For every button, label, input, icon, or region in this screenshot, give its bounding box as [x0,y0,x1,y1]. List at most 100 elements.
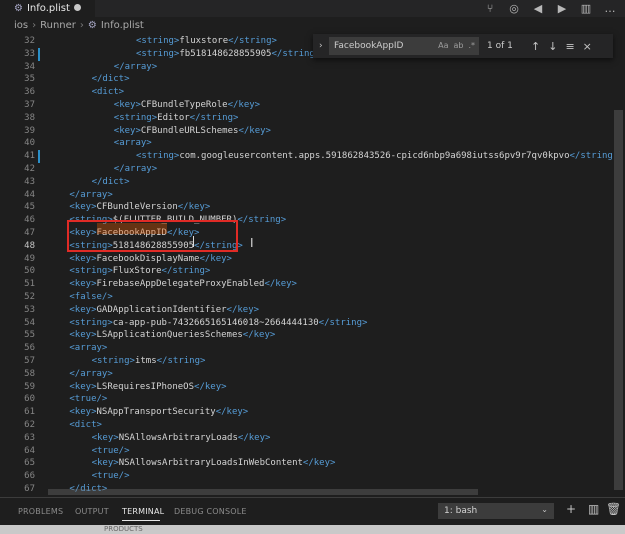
code-line[interactable]: 41 <string>com.googleusercontent.apps.591… [0,150,625,163]
tab-problems[interactable]: PROBLEMS [18,507,63,516]
regex-icon[interactable]: .* [468,41,475,50]
code-line[interactable]: 51 <key>FirebaseAppDelegateProxyEnabled</… [0,278,625,291]
code-line[interactable]: 42 </array> [0,163,625,176]
kill-terminal-trash-icon[interactable]: 🗑 [606,502,621,516]
code-line[interactable]: 56 <array> [0,342,625,355]
navigate-forward-icon[interactable]: ▶ [555,2,569,15]
next-match-arrow-icon[interactable]: ↓ [548,40,557,53]
xml-tag: </array> [113,164,158,174]
xml-tag: </string> [189,112,239,123]
xml-tag: <dict> [91,87,125,98]
line-number: 52 [24,292,35,302]
code-line[interactable]: 35 </dict> [0,73,625,86]
xml-text: fb518148628855905 [179,48,272,59]
terminal-select[interactable]: 1: bash ⌄ [438,503,554,519]
code-line[interactable]: 37 <key>CFBundleTypeRole</key> [0,99,625,112]
horizontal-scrollbar-thumb[interactable] [48,489,478,495]
code-line[interactable]: 39 <key>CFBundleURLSchemes</key> [0,125,625,138]
code-line[interactable]: 45 <key>CFBundleVersion</key> [0,201,625,214]
xml-tag: </string> [161,266,211,277]
tab-output[interactable]: OUTPUT [75,507,109,516]
line-number: 58 [24,368,35,379]
whole-word-icon[interactable]: ab [453,41,463,50]
line-number: 39 [24,125,35,136]
code-line[interactable]: 44 </array> [0,189,625,202]
vertical-scrollbar-thumb[interactable] [614,110,623,490]
code-line[interactable]: 61 <key>NSAppTransportSecurity</key> [0,406,625,419]
code-line[interactable]: 50 <string>FluxStore</string> [0,265,625,278]
code-editor[interactable]: 32 <string>fluxstore</string> 33 <string>fb… [0,34,625,494]
xml-tag: <string> [136,48,180,59]
code-line[interactable]: 40 <array> [0,137,625,150]
close-icon[interactable]: × [583,40,592,53]
breadcrumb-ios[interactable]: ios [14,20,28,31]
navigate-back-icon[interactable]: ◀ [531,2,545,15]
tab-terminal[interactable]: TERMINAL [122,507,164,516]
code-line[interactable]: 62 <dict> [0,419,625,432]
code-line[interactable]: 64 <true/> [0,445,625,458]
source-control-icon[interactable]: ⑂ [483,2,497,15]
code-text: <string>ca-app-pub-7432665165146018~2664… [69,317,367,330]
code-line[interactable]: 34 </array> [0,61,625,74]
xml-text: FirebaseAppDelegateProxyEnabled [96,279,265,290]
unsaved-dot-icon[interactable] [74,4,81,11]
line-number: 45 [24,202,35,213]
xml-tag: </array> [69,368,113,379]
previous-match-arrow-icon[interactable]: ↑ [531,40,540,53]
breadcrumb-runner[interactable]: Runner [40,20,76,31]
code-line[interactable]: 54 <string>ca-app-pub-7432665165146018~26… [0,317,625,330]
code-text: <key>CFBundleVersion</key> [69,201,210,214]
split-terminal-icon[interactable]: ▥ [588,502,599,516]
tab-debug-console[interactable]: DEBUG CONSOLE [174,507,247,516]
code-line[interactable]: 60 <true/> [0,393,625,406]
open-changes-icon[interactable]: ◎ [507,2,521,15]
code-line[interactable]: 57 <string>itms</string> [0,355,625,368]
find-in-selection-icon[interactable]: ≡ [565,40,574,53]
text-cursor [193,236,194,247]
tab-info-plist[interactable]: ⚙ Info.plist [0,0,95,17]
breadcrumb-file[interactable]: Info.plist [101,20,144,31]
xml-tag: <string> [69,266,113,277]
xml-tag: <dict> [69,420,102,430]
line-number: 37 [24,100,35,110]
line-number: 38 [24,112,35,123]
xml-tag: </key> [227,100,261,110]
code-line[interactable]: 36 <dict> [0,86,625,99]
split-editor-icon[interactable]: ▥ [579,2,593,15]
code-line[interactable]: 65 <key>NSAllowsArbitraryLoadsInWebConten… [0,457,625,470]
xml-tag: </key> [238,125,271,136]
code-text: <key>LSRequiresIPhoneOS</key> [69,381,226,394]
xml-tag: </key> [194,381,227,392]
code-line[interactable]: 66 <true/> [0,470,625,483]
code-line[interactable]: 59 <key>LSRequiresIPhoneOS</key> [0,381,625,394]
code-line[interactable]: 43 </dict> [0,176,625,189]
xml-tag: <array> [113,138,152,149]
code-line[interactable]: 53 <key>GADApplicationIdentifier</key> [0,304,625,317]
code-line[interactable]: 63 <key>NSAllowsArbitraryLoads</key> [0,432,625,445]
code-text: <true/> [69,393,107,406]
code-line[interactable]: 55 <key>LSApplicationQueriesSchemes</key> [0,329,625,342]
xml-tag: <key> [91,432,119,443]
underlying-window-strip: PRODUCTS [0,525,625,534]
xml-tag: <key> [69,407,97,418]
code-line[interactable]: 49 <key>FacebookDisplayName</key> [0,253,625,266]
line-number: 33 [24,48,35,59]
find-input[interactable]: FacebookAppID Aa ab .* [329,37,479,55]
more-actions-icon[interactable]: … [603,2,617,15]
code-line[interactable]: 58 </array> [0,368,625,381]
xml-tag: <string> [69,317,113,328]
xml-text: com.googleusercontent.apps.591862843526-… [179,151,570,162]
xml-tag: <true/> [69,394,108,405]
code-line[interactable]: 38 <string>Editor</string> [0,112,625,125]
active-tab-underline [122,520,160,521]
match-case-icon[interactable]: Aa [438,41,448,50]
xml-tag: <string> [136,151,180,162]
products-label: PRODUCTS [104,525,143,533]
line-number: 53 [24,304,35,315]
toggle-replace-chevron-icon[interactable]: › [319,41,329,51]
new-terminal-plus-icon[interactable]: + [566,502,576,516]
xml-tag: <key> [69,253,97,264]
code-text: </array> [114,61,157,74]
xml-text: NSAllowsArbitraryLoads [118,432,238,443]
code-line[interactable]: 52 <false/> [0,291,625,304]
